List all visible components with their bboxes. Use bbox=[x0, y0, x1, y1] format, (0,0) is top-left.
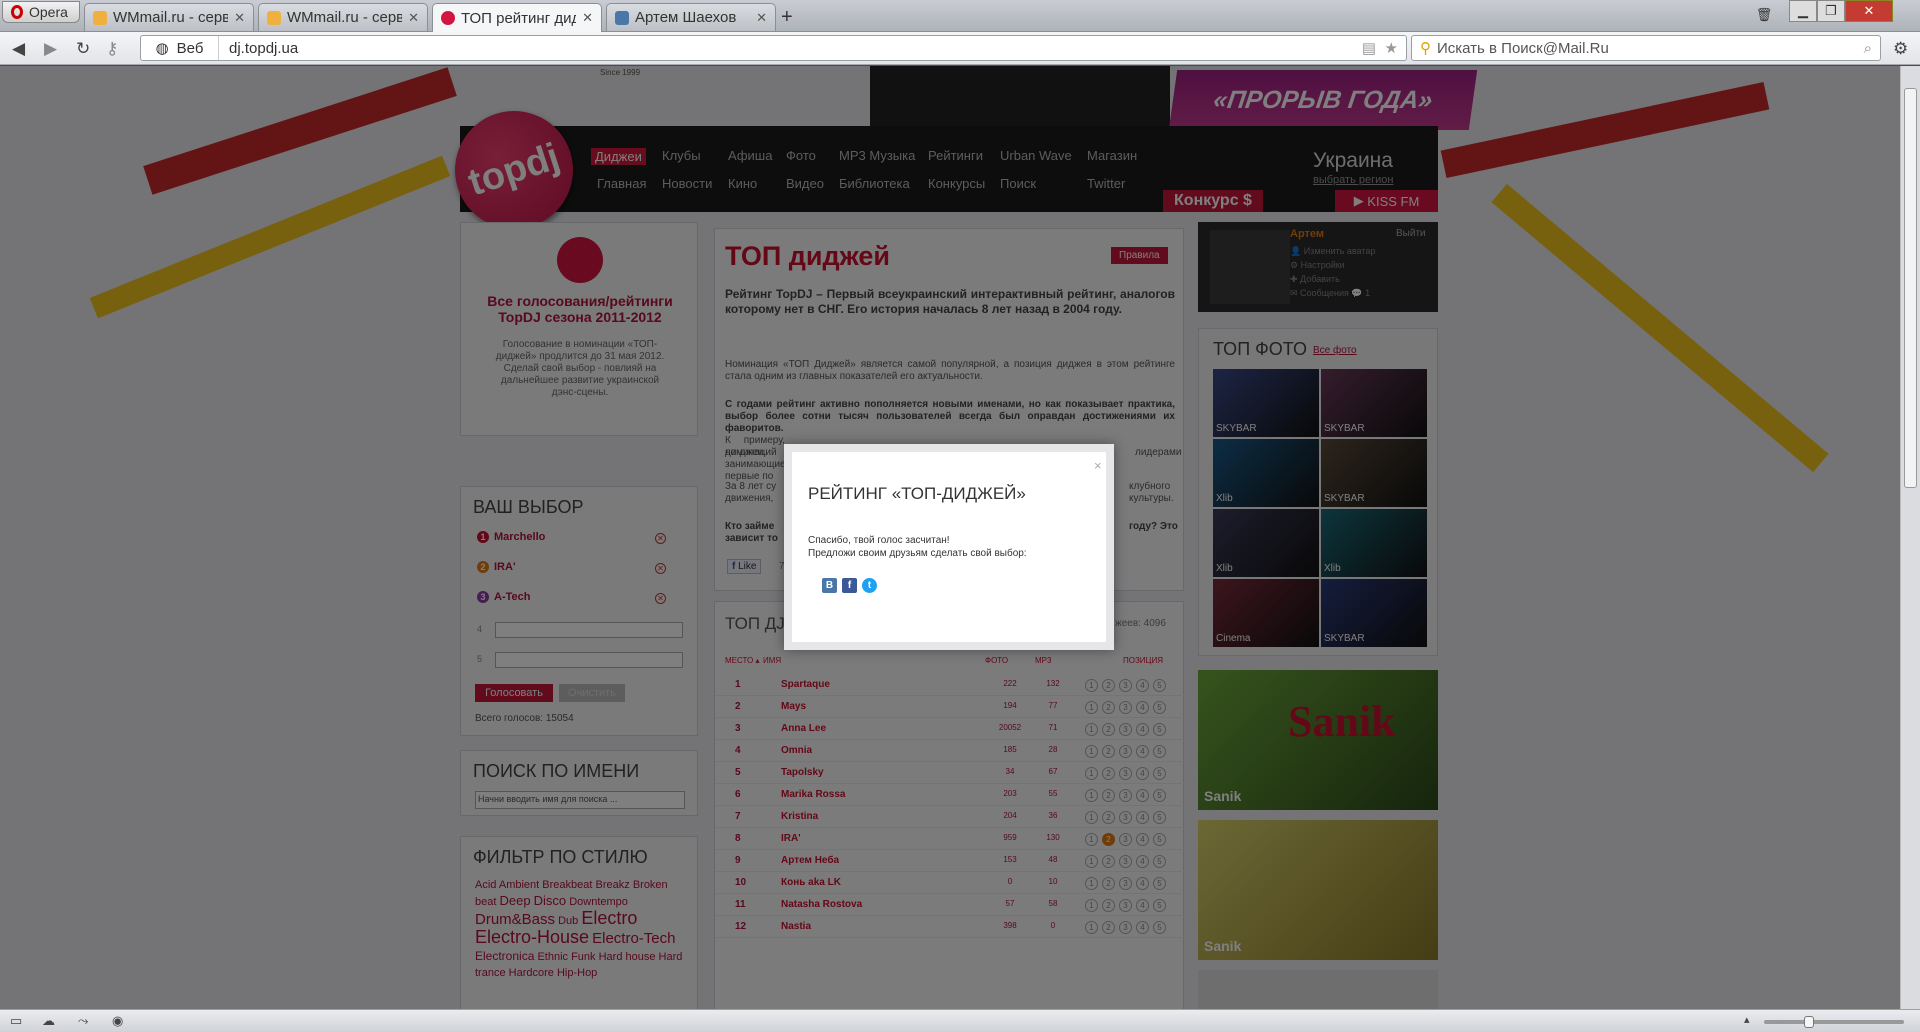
close-tab-icon[interactable]: ✕ bbox=[408, 10, 419, 26]
close-window-icon[interactable]: ✕ bbox=[1845, 0, 1893, 22]
speed-dial-icon[interactable]: ◉ bbox=[112, 1013, 123, 1029]
tab-label: Артем Шаехов bbox=[635, 9, 737, 26]
url-field[interactable]: ◍ Веб dj.topdj.ua ▤ ★ bbox=[140, 35, 1407, 61]
modal-line-2: Предложи своим друзьям сделать свой выбо… bbox=[808, 548, 1027, 559]
modal-line-1: Спасибо, твой голос засчитан! bbox=[808, 535, 950, 546]
tab-vk[interactable]: Артем Шаехов ✕ bbox=[606, 3, 776, 31]
close-tab-icon[interactable]: ✕ bbox=[582, 10, 593, 26]
new-tab-button[interactable]: + bbox=[781, 6, 793, 29]
search-go-icon[interactable]: ⌕ bbox=[1864, 40, 1872, 57]
vk-favicon-icon bbox=[615, 10, 629, 25]
web-label: Веб bbox=[176, 39, 204, 57]
zoom-slider-handle[interactable] bbox=[1804, 1016, 1814, 1028]
maximize-icon[interactable]: ❐ bbox=[1817, 0, 1845, 22]
rss-icon[interactable]: ▤ bbox=[1362, 39, 1376, 57]
share-icon[interactable]: ⤳ bbox=[78, 1013, 88, 1029]
opera-menu-button[interactable]: Opera bbox=[2, 1, 80, 23]
tab-wmmail-1[interactable]: WMmail.ru - серв... ✕ bbox=[84, 3, 254, 31]
forward-icon[interactable]: ▶ bbox=[44, 39, 57, 59]
modal-text: Спасибо, твой голос засчитан! Предложи св… bbox=[808, 534, 1027, 560]
zoom-slider[interactable] bbox=[1764, 1016, 1904, 1028]
tab-topdj[interactable]: ТОП рейтинг дид... ✕ bbox=[432, 3, 602, 32]
back-icon[interactable]: ◀ bbox=[12, 39, 25, 59]
close-tab-icon[interactable]: ✕ bbox=[234, 10, 245, 26]
wmmail-favicon-icon bbox=[93, 10, 107, 25]
modal-close-icon[interactable]: × bbox=[1094, 458, 1102, 473]
web-badge: ◍ Веб bbox=[141, 36, 219, 60]
tab-wmmail-2[interactable]: WMmail.ru - серв... ✕ bbox=[258, 3, 428, 31]
browser-tab-strip: Opera WMmail.ru - серв... ✕ WMmail.ru - с… bbox=[0, 0, 1920, 32]
trash-icon[interactable]: 🗑 bbox=[1752, 4, 1776, 26]
status-bar: ▭ ☁ ⤳ ◉ ▴ bbox=[0, 1009, 1920, 1032]
close-tab-icon[interactable]: ✕ bbox=[756, 10, 767, 26]
wmmail-favicon-icon bbox=[267, 10, 281, 25]
page-scrollbar[interactable] bbox=[1900, 66, 1920, 1009]
tab-label: WMmail.ru - серв... bbox=[287, 9, 402, 26]
tab-label: WMmail.ru - серв... bbox=[113, 9, 228, 26]
opera-logo-icon bbox=[11, 5, 23, 19]
scrollbar-thumb[interactable] bbox=[1904, 88, 1917, 488]
minimize-icon[interactable]: ▁ bbox=[1789, 0, 1817, 22]
search-field[interactable]: ⚲ Искать в Поиск@Mail.Ru ⌕ bbox=[1411, 35, 1881, 61]
url-text: dj.topdj.ua bbox=[229, 39, 299, 57]
key-icon[interactable]: ⚷ bbox=[106, 39, 118, 59]
vk-share-icon[interactable]: В bbox=[822, 578, 837, 593]
panel-toggle-icon[interactable]: ▭ bbox=[10, 1013, 22, 1029]
search-placeholder: Искать в Поиск@Mail.Ru bbox=[1437, 39, 1609, 57]
address-toolbar: ◀ ▶ ↻ ⚷ ◍ Веб dj.topdj.ua ▤ ★ ⚲ Искать в П… bbox=[0, 32, 1920, 65]
mail-search-icon: ⚲ bbox=[1420, 40, 1431, 57]
zoom-out-icon[interactable]: ▴ bbox=[1744, 1013, 1750, 1026]
globe-icon: ◍ bbox=[155, 40, 169, 57]
modal-title: РЕЙТИНГ «ТОП-ДИДЖЕЙ» bbox=[808, 484, 1026, 503]
tools-icon[interactable]: ⚙ bbox=[1893, 39, 1908, 59]
opera-menu-label: Opera bbox=[29, 4, 68, 20]
topdj-favicon-icon bbox=[441, 11, 455, 25]
facebook-share-icon[interactable]: f bbox=[842, 578, 857, 593]
twitter-share-icon[interactable]: t bbox=[862, 578, 877, 593]
tab-label: ТОП рейтинг дид... bbox=[461, 9, 576, 27]
bookmark-star-icon[interactable]: ★ bbox=[1385, 39, 1398, 57]
cloud-icon[interactable]: ☁ bbox=[42, 1013, 55, 1029]
vote-confirmation-modal: × РЕЙТИНГ «ТОП-ДИДЖЕЙ» Спасибо, твой гол… bbox=[784, 444, 1114, 650]
reload-icon[interactable]: ↻ bbox=[76, 39, 90, 59]
